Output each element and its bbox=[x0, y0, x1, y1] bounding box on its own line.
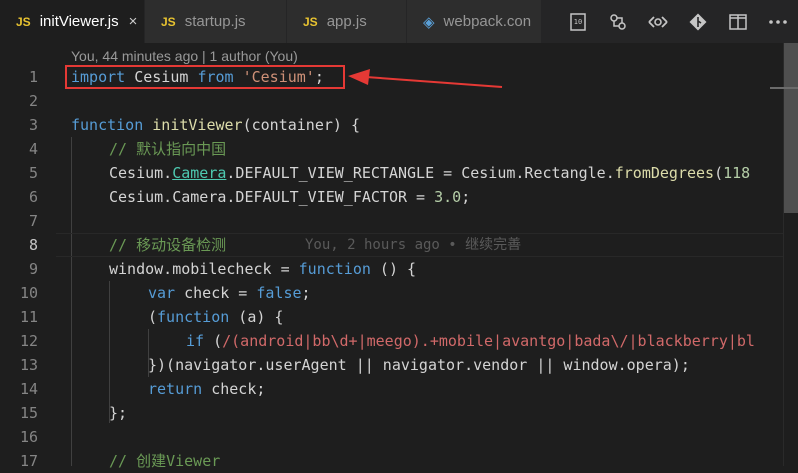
code-line: 4 // 默认指向中国 bbox=[0, 137, 798, 161]
punctuation: ; bbox=[301, 284, 311, 302]
punctuation: }; bbox=[109, 404, 128, 422]
regex-literal: /(android|bb\d+|meego).+mobile|avantgo|b… bbox=[222, 332, 755, 350]
tab-initviewer[interactable]: JS initViewer.js × bbox=[0, 0, 145, 43]
keyword-function: function bbox=[157, 308, 230, 326]
keyword-false: false bbox=[256, 284, 302, 302]
tab-app[interactable]: JS app.js bbox=[287, 0, 407, 43]
tab-label: startup.js bbox=[184, 13, 246, 30]
line-number: 17 bbox=[19, 452, 38, 470]
open-changes-icon[interactable] bbox=[598, 0, 638, 43]
code-line: 15 }; bbox=[0, 401, 798, 425]
code-line: 7 bbox=[0, 209, 798, 233]
tab-startup[interactable]: JS startup.js bbox=[145, 0, 287, 43]
punctuation: ; bbox=[461, 188, 471, 206]
git-commit-icon[interactable] bbox=[678, 0, 718, 43]
line-number: 7 bbox=[28, 212, 38, 230]
line-number: 15 bbox=[19, 404, 38, 422]
link-camera[interactable]: Camera bbox=[172, 164, 226, 182]
punctuation: ( bbox=[148, 308, 158, 326]
line-number: 11 bbox=[19, 308, 38, 326]
tab-webpack[interactable]: ◈ webpack.con bbox=[407, 0, 542, 43]
line-number: 4 bbox=[28, 140, 38, 158]
line-number: 12 bbox=[19, 332, 38, 350]
vertical-scrollbar[interactable] bbox=[783, 43, 798, 466]
code-line: 10 var check = false; bbox=[0, 281, 798, 305]
line-number: 1 bbox=[28, 68, 38, 86]
editor-toolbar: 10 bbox=[552, 0, 798, 43]
line-number: 16 bbox=[19, 428, 38, 446]
line-number: 5 bbox=[28, 164, 38, 182]
more-icon[interactable] bbox=[758, 0, 798, 43]
code-line: 2 bbox=[0, 89, 798, 113]
line-number: 2 bbox=[28, 92, 38, 110]
line-number: 8 bbox=[28, 236, 38, 254]
line-number: 10 bbox=[19, 284, 38, 302]
close-icon[interactable]: × bbox=[129, 13, 138, 30]
svg-text:10: 10 bbox=[574, 18, 582, 26]
line-number: 3 bbox=[28, 116, 38, 134]
params: (container) { bbox=[242, 116, 360, 134]
code-text: })(navigator.userAgent || navigator.vend… bbox=[148, 356, 690, 374]
line-number: 14 bbox=[19, 380, 38, 398]
tab-label: app.js bbox=[326, 13, 367, 30]
comment: // 移动设备检测 bbox=[109, 236, 227, 254]
js-file-icon: JS bbox=[16, 14, 31, 29]
code-text: ( bbox=[714, 164, 724, 182]
code-text: Cesium. bbox=[109, 164, 173, 182]
annotation-highlight-box bbox=[65, 65, 345, 89]
codelens-blame[interactable]: You, 44 minutes ago | 1 author (You) bbox=[71, 48, 298, 64]
webpack-icon: ◈ bbox=[423, 13, 435, 31]
keyword-return: return bbox=[148, 380, 203, 398]
keyword-function: function bbox=[71, 116, 144, 134]
keyword-function: function bbox=[298, 260, 371, 278]
code-line: 14 return check; bbox=[0, 377, 798, 401]
code-line: 12 if (/(android|bb\d+|meego).+mobile|av… bbox=[0, 329, 798, 353]
code-editor[interactable]: You, 44 minutes ago | 1 author (You) 1 i… bbox=[0, 43, 798, 470]
tab-label: initViewer.js bbox=[39, 13, 119, 30]
code-line: 17 // 创建Viewer bbox=[0, 449, 798, 473]
code-line: 9 window.mobilecheck = function () { bbox=[0, 257, 798, 281]
tab-label: webpack.con bbox=[443, 13, 532, 30]
keyword-var: var bbox=[148, 284, 176, 302]
js-file-icon: JS bbox=[161, 14, 176, 29]
code-text: (a) { bbox=[229, 308, 284, 326]
annotation-arrow-icon bbox=[348, 69, 503, 88]
code-text: () { bbox=[370, 260, 417, 278]
code-line: 5 Cesium.Camera.DEFAULT_VIEW_RECTANGLE =… bbox=[0, 161, 798, 185]
split-diff-icon[interactable]: 10 bbox=[558, 0, 598, 43]
scrollbar-thumb[interactable] bbox=[784, 43, 798, 213]
overview-ruler-marker bbox=[770, 87, 798, 89]
code-line: 3 function initViewer(container) { bbox=[0, 113, 798, 137]
code-line: 11 (function (a) { bbox=[0, 305, 798, 329]
code-text: Cesium.Camera.DEFAULT_VIEW_FACTOR = bbox=[109, 188, 435, 206]
comment: // 创建Viewer bbox=[109, 452, 221, 470]
line-number: 6 bbox=[28, 188, 38, 206]
line-number: 13 bbox=[19, 356, 38, 374]
code-text: check = bbox=[175, 284, 257, 302]
code-text: check; bbox=[202, 380, 266, 398]
function-name: initViewer bbox=[152, 116, 243, 134]
comment: // 默认指向中国 bbox=[109, 140, 227, 158]
code-line: 16 bbox=[0, 425, 798, 449]
keyword-if: if bbox=[186, 332, 205, 350]
compare-icon[interactable] bbox=[638, 0, 678, 43]
inline-blame: You, 2 hours ago • 继续完善 bbox=[305, 237, 522, 253]
code-text: .DEFAULT_VIEW_RECTANGLE = Cesium.Rectang… bbox=[226, 164, 615, 182]
js-file-icon: JS bbox=[303, 14, 318, 29]
number-literal: 3.0 bbox=[434, 188, 462, 206]
code-text: window.mobilecheck = bbox=[109, 260, 299, 278]
split-editor-icon[interactable] bbox=[718, 0, 758, 43]
code-line: 13 })(navigator.userAgent || navigator.v… bbox=[0, 353, 798, 377]
function-name: fromDegrees bbox=[614, 164, 715, 182]
line-number: 9 bbox=[28, 260, 38, 278]
current-code-line: 8 // 移动设备检测 You, 2 hours ago • 继续完善 bbox=[0, 233, 798, 257]
code-line: 6 Cesium.Camera.DEFAULT_VIEW_FACTOR = 3.… bbox=[0, 185, 798, 209]
number-literal: 118 bbox=[723, 164, 751, 182]
punctuation: ( bbox=[204, 332, 223, 350]
